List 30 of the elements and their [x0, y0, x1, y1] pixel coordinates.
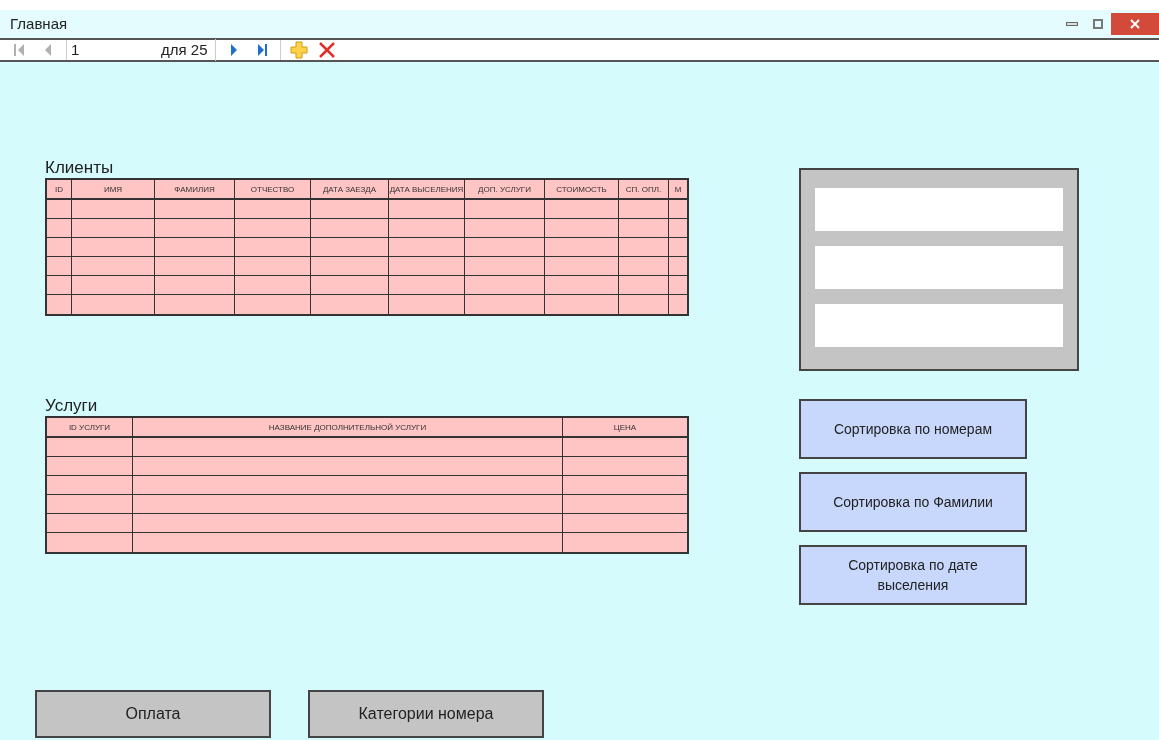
column-header: ЦЕНА [612, 421, 638, 434]
column-header: ДАТА ВЫСЕЛЕНИЯ [389, 180, 465, 198]
sort-button[interactable]: Сортировка по номерам [799, 399, 1027, 459]
maximize-icon [1093, 19, 1103, 29]
section-title: Клиенты [45, 158, 115, 178]
input-field[interactable] [815, 188, 1063, 231]
sort-button[interactable]: Сортировка по Фамилии [799, 472, 1027, 532]
section-title: Услуги [45, 396, 99, 416]
column-header: ДАТА ЗАЕЗДА [311, 180, 389, 198]
record-count: для 25 [161, 38, 217, 62]
column-header: СП. ОПЛ. [619, 180, 669, 198]
minimize-icon [1066, 22, 1078, 26]
action-button[interactable]: Оплата [35, 690, 271, 738]
column-header: СТОИМОСТЬ [545, 180, 619, 198]
column-header: ФАМИЛИЯ [155, 180, 235, 198]
column-header: ОТЧЕСТВО [235, 180, 311, 198]
position-field[interactable]: 1 [71, 38, 161, 62]
close-icon [1129, 18, 1141, 30]
close-button[interactable] [1111, 13, 1159, 35]
input-field[interactable] [815, 246, 1063, 289]
action-button[interactable]: Категории номера [308, 690, 544, 738]
sort-button[interactable]: Сортировка по дате выселения [799, 545, 1027, 605]
column-header: М [673, 183, 683, 196]
window-title: Главная [10, 13, 68, 34]
column-header: ID УСЛУГИ [47, 418, 133, 436]
column-header: ДОП. УСЛУГИ [465, 180, 545, 198]
column-header: НАЗВАНИЕ ДОПОЛНИТЕЛЬНОЙ УСЛУГИ [133, 418, 563, 436]
column-header: ИМЯ [72, 180, 155, 198]
column-header: ID [47, 180, 72, 198]
input-field[interactable] [815, 304, 1063, 347]
